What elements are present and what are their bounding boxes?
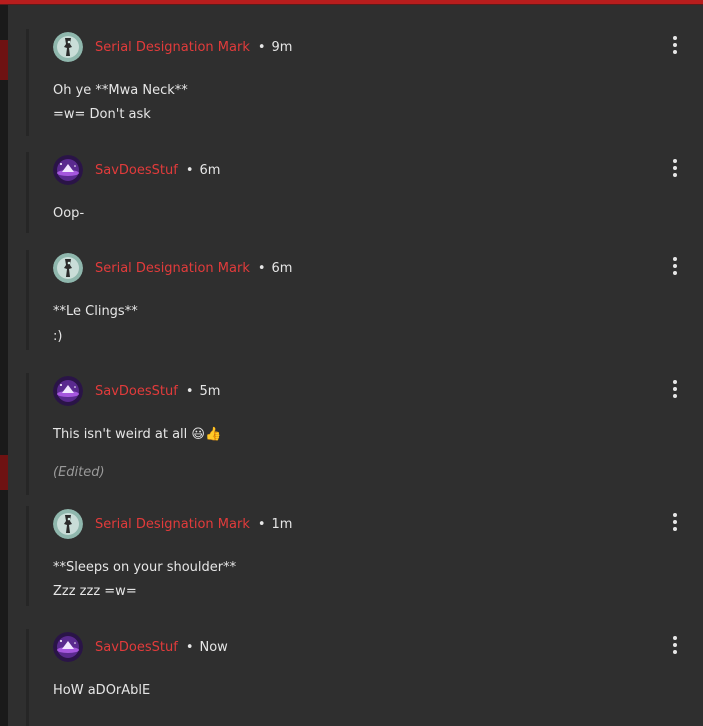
- comment-body-line: This isn't weird at all 😃👍: [53, 427, 222, 442]
- comment-timestamp: 5m: [199, 383, 221, 399]
- thread-rail: [26, 29, 29, 136]
- author-name[interactable]: SavDoesStuf: [95, 384, 178, 399]
- comment-body-line: Zzz zzz =w=: [53, 584, 137, 599]
- more-options-icon[interactable]: [669, 33, 681, 59]
- comment-header: SavDoesStuf • Now: [53, 631, 228, 663]
- comment-body-line: HoW aDOrAblE: [53, 683, 151, 698]
- more-options-icon[interactable]: [669, 510, 681, 536]
- comment-item: Serial Designation Mark • 1m **Sleeps on…: [26, 506, 703, 606]
- more-options-icon[interactable]: [669, 254, 681, 280]
- galaxy-avatar[interactable]: [53, 155, 83, 185]
- meta-separator: •: [257, 260, 266, 276]
- comment-body-line: Oop-: [53, 206, 85, 221]
- thread-rail: [26, 152, 29, 233]
- thread-rail: [26, 629, 29, 726]
- more-options-icon[interactable]: [669, 156, 681, 182]
- robot-avatar[interactable]: [53, 509, 83, 539]
- meta-separator: •: [185, 162, 194, 178]
- comment-body-line: **Sleeps on your shoulder**: [53, 560, 237, 575]
- comment-timestamp: 9m: [271, 39, 293, 55]
- author-name[interactable]: Serial Designation Mark: [95, 517, 250, 532]
- comment-timestamp: 1m: [271, 516, 293, 532]
- background-red-patch: [0, 40, 8, 80]
- more-options-icon[interactable]: [669, 377, 681, 403]
- comment-item: SavDoesStuf • 6m Oop-: [26, 152, 703, 233]
- robot-avatar[interactable]: [53, 32, 83, 62]
- meta-separator: •: [185, 383, 194, 399]
- comment-header: Serial Designation Mark • 1m: [53, 508, 292, 540]
- author-name[interactable]: Serial Designation Mark: [95, 40, 250, 55]
- comment-body-line: Oh ye **Mwa Neck**: [53, 83, 188, 98]
- comment-header: Serial Designation Mark • 9m: [53, 31, 292, 63]
- comment-timestamp: 6m: [199, 162, 221, 178]
- edited-label: (Edited): [53, 465, 105, 480]
- robot-avatar[interactable]: [53, 253, 83, 283]
- thread-rail: [26, 373, 29, 495]
- author-name[interactable]: SavDoesStuf: [95, 163, 178, 178]
- comment-item: SavDoesStuf • Now HoW aDOrAblE: [26, 629, 703, 726]
- galaxy-avatar[interactable]: [53, 376, 83, 406]
- thread-rail: [26, 250, 29, 350]
- galaxy-avatar[interactable]: [53, 632, 83, 662]
- comment-item: Serial Designation Mark • 9m Oh ye **Mwa…: [26, 29, 703, 136]
- meta-separator: •: [185, 639, 194, 655]
- comment-header: SavDoesStuf • 5m: [53, 375, 220, 407]
- left-background-strip: [0, 5, 8, 726]
- comment-header: Serial Designation Mark • 6m: [53, 252, 292, 284]
- background-red-patch: [0, 455, 8, 490]
- meta-separator: •: [257, 39, 266, 55]
- meta-separator: •: [257, 516, 266, 532]
- comment-item: SavDoesStuf • 5m This isn't weird at all…: [26, 373, 703, 495]
- more-options-icon[interactable]: [669, 633, 681, 659]
- comment-body-line: =w= Don't ask: [53, 107, 151, 122]
- comment-header: SavDoesStuf • 6m: [53, 154, 220, 186]
- comment-timestamp: 6m: [271, 260, 293, 276]
- author-name[interactable]: Serial Designation Mark: [95, 261, 250, 276]
- author-name[interactable]: SavDoesStuf: [95, 640, 178, 655]
- comment-body-line: :): [53, 329, 63, 344]
- comment-item: Serial Designation Mark • 6m **Le Clings…: [26, 250, 703, 350]
- comment-body-line: **Le Clings**: [53, 304, 138, 319]
- thread-rail: [26, 506, 29, 606]
- comment-timestamp: Now: [199, 639, 228, 655]
